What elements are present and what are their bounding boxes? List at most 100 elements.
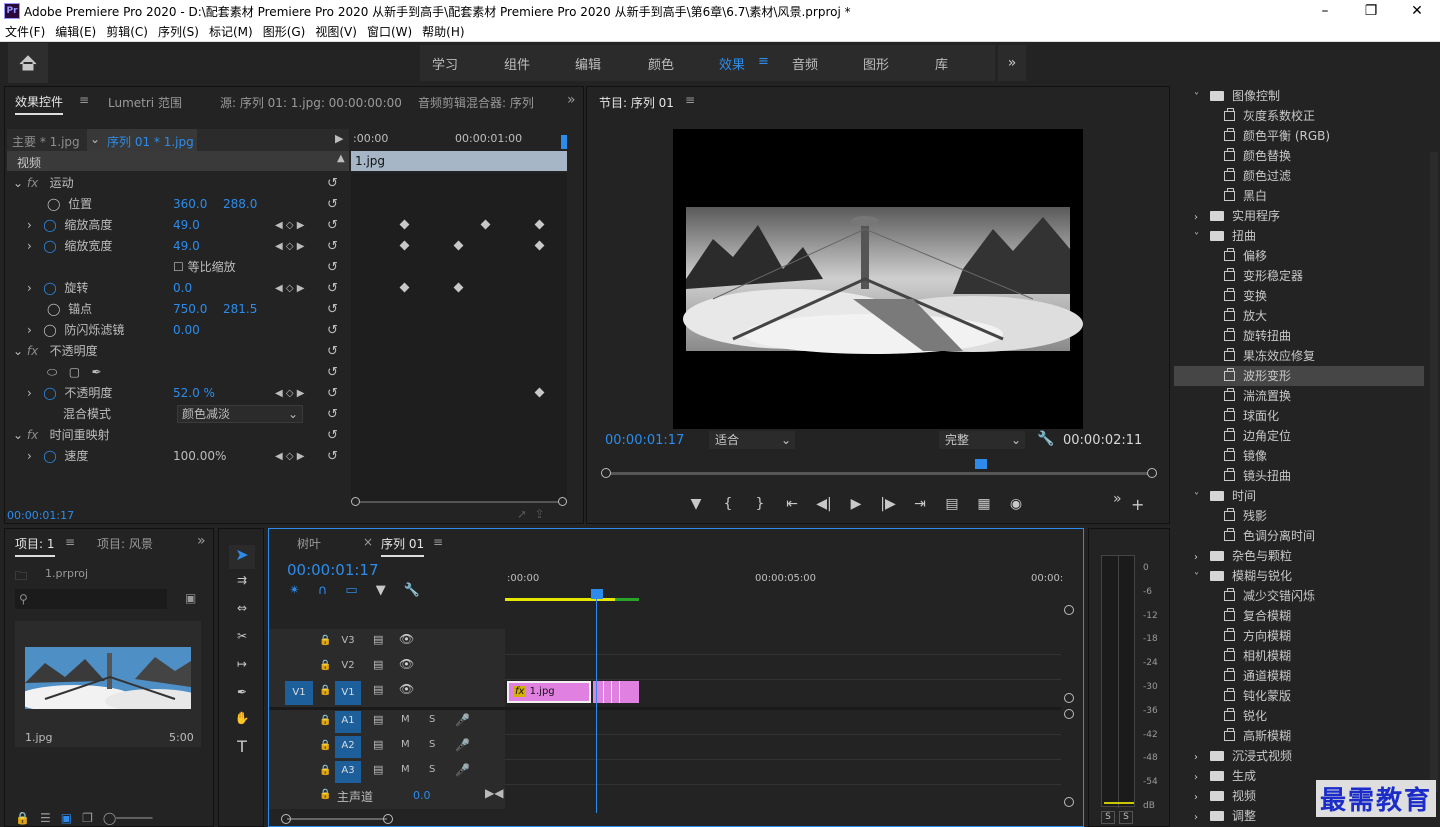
nest-icon[interactable]: ✴ bbox=[289, 583, 300, 598]
reset-icon[interactable]: ↺ bbox=[327, 404, 347, 425]
ec-export-icons[interactable]: ➚ ⇪ bbox=[517, 507, 545, 521]
razor-tool-icon[interactable]: ✂ bbox=[229, 629, 255, 643]
button-editor-icon[interactable]: + bbox=[1131, 495, 1144, 514]
effect-item[interactable]: 放大 bbox=[1174, 306, 1424, 326]
track-v2-label[interactable]: V2 bbox=[337, 656, 359, 676]
solo-right-button[interactable]: S bbox=[1119, 811, 1133, 824]
tab-program[interactable]: 节目: 序列 01 bbox=[599, 94, 674, 111]
reset-icon[interactable]: ↺ bbox=[327, 215, 347, 236]
time-remap-group[interactable]: ⌄ fx 时间重映射 bbox=[13, 425, 110, 446]
hand-tool-icon[interactable]: ✋ bbox=[229, 711, 255, 725]
effect-item[interactable]: 波形变形 bbox=[1174, 366, 1424, 386]
selection-tool-icon[interactable]: ➤ bbox=[229, 545, 255, 569]
mic-icon[interactable]: 🎤 bbox=[455, 713, 470, 727]
reset-icon[interactable]: ↺ bbox=[327, 362, 347, 383]
speed-keyframe-nav[interactable]: ◀ ◇ ▶ bbox=[275, 446, 304, 467]
ws-graphics[interactable]: 图形 bbox=[863, 54, 889, 73]
effect-item[interactable]: 黑白 bbox=[1174, 186, 1424, 206]
lock-icon[interactable]: 🔒 bbox=[319, 715, 331, 726]
find-icon[interactable]: ▣ bbox=[185, 591, 196, 605]
menu-clip[interactable]: 剪辑(C) bbox=[101, 22, 153, 42]
sequence-clip-tab[interactable]: ⌄ 序列 01 * 1.jpg bbox=[87, 129, 197, 151]
effect-item[interactable]: 变形稳定器 bbox=[1174, 266, 1424, 286]
slip-tool-icon[interactable]: ↦ bbox=[229, 657, 255, 671]
close-tab-icon[interactable]: × bbox=[363, 535, 373, 549]
expand-chevron-icon[interactable]: ˅ bbox=[1194, 228, 1210, 248]
effect-item[interactable]: 高斯模糊 bbox=[1174, 726, 1424, 746]
menu-window[interactable]: 窗口(W) bbox=[362, 22, 417, 42]
effect-item[interactable]: 湍流置换 bbox=[1174, 386, 1424, 406]
sync-icon[interactable]: ▤ bbox=[373, 633, 383, 646]
effects-scrollbar[interactable] bbox=[1430, 152, 1438, 792]
expand-chevron-icon[interactable]: ˅ bbox=[1194, 568, 1210, 588]
effect-item[interactable]: 颜色平衡 (RGB) bbox=[1174, 126, 1424, 146]
wrench-icon[interactable]: 🔧 bbox=[1037, 431, 1054, 447]
lock-icon[interactable]: 🔒 bbox=[319, 789, 331, 800]
ws-audio[interactable]: 音频 bbox=[792, 54, 818, 73]
track-v1-label[interactable]: V1 bbox=[335, 681, 361, 705]
effect-item[interactable]: 锐化 bbox=[1174, 706, 1424, 726]
collapse-chevron-icon[interactable]: › bbox=[1194, 548, 1210, 568]
sync-icon[interactable]: ▤ bbox=[373, 713, 383, 726]
go-to-out-icon[interactable]: ⇥ bbox=[907, 493, 933, 515]
keyframe[interactable] bbox=[453, 240, 464, 251]
effect-item[interactable]: 果冻效应修复 bbox=[1174, 346, 1424, 366]
timeline-clip-segment[interactable] bbox=[593, 681, 639, 703]
position-x[interactable]: 360.0 bbox=[173, 194, 207, 215]
minimize-icon[interactable]: – bbox=[1302, 0, 1348, 22]
solo-left-button[interactable]: S bbox=[1101, 811, 1115, 824]
tab-leaves[interactable]: 树叶 bbox=[297, 535, 321, 552]
reset-icon[interactable]: ↺ bbox=[327, 194, 347, 215]
timeline-hscroll[interactable] bbox=[281, 813, 1061, 825]
opacity-value[interactable]: 52.0 % bbox=[173, 383, 215, 404]
effect-folder[interactable]: › 杂色与颗粒 bbox=[1174, 546, 1424, 566]
menu-markers[interactable]: 标记(M) bbox=[204, 22, 258, 42]
reset-icon[interactable]: ↺ bbox=[327, 173, 347, 194]
effect-folder[interactable]: ˅ 扭曲 bbox=[1174, 226, 1424, 246]
effect-item[interactable]: 通道模糊 bbox=[1174, 666, 1424, 686]
track-a1-label[interactable]: A1 bbox=[335, 711, 361, 733]
add-marker-icon[interactable]: ▼ bbox=[376, 583, 386, 598]
opacity-group[interactable]: ⌄ fx 不透明度 bbox=[13, 341, 98, 362]
snap-icon[interactable]: ∩ bbox=[318, 583, 328, 598]
menu-sequence[interactable]: 序列(S) bbox=[153, 22, 204, 42]
mark-out-icon[interactable]: } bbox=[747, 493, 773, 515]
quality-select[interactable]: 完整 ⌄ bbox=[939, 431, 1025, 449]
collapse-chevron-icon[interactable]: › bbox=[1194, 788, 1210, 808]
tab-sequence-01[interactable]: 序列 01 bbox=[381, 535, 425, 557]
project-menu-icon[interactable]: ≡ bbox=[65, 535, 75, 549]
keyframe[interactable] bbox=[453, 282, 464, 293]
effect-folder[interactable]: ˅ 图像控制 bbox=[1174, 86, 1424, 106]
keyframe[interactable] bbox=[534, 240, 545, 251]
zoom-slider[interactable]: ◯───── bbox=[103, 811, 153, 825]
lift-icon[interactable]: ▤ bbox=[939, 493, 965, 515]
eye-icon[interactable]: 👁 bbox=[399, 682, 414, 696]
effect-item[interactable]: 钝化蒙版 bbox=[1174, 686, 1424, 706]
tab-lumetri-scopes[interactable]: Lumetri 范围 bbox=[108, 94, 182, 111]
reset-icon[interactable]: ↺ bbox=[327, 320, 347, 341]
lock-icon[interactable]: 🔒 bbox=[319, 685, 331, 696]
effect-folder[interactable]: ˅ 模糊与锐化 bbox=[1174, 566, 1424, 586]
reset-icon[interactable]: ↺ bbox=[327, 446, 347, 467]
menu-file[interactable]: 文件(F) bbox=[0, 22, 50, 42]
ws-effects[interactable]: 效果 bbox=[719, 54, 745, 73]
effect-item[interactable]: 球面化 bbox=[1174, 406, 1424, 426]
eye-icon[interactable]: 👁 bbox=[399, 632, 414, 646]
program-scrubber[interactable] bbox=[601, 459, 1157, 483]
rotation-value[interactable]: 0.0 bbox=[173, 278, 192, 299]
flicker-value[interactable]: 0.00 bbox=[173, 320, 200, 341]
effect-item[interactable]: 减少交错闪烁 bbox=[1174, 586, 1424, 606]
effect-item[interactable]: 相机模糊 bbox=[1174, 646, 1424, 666]
tab-project-1[interactable]: 项目: 1 bbox=[15, 535, 55, 557]
export-frame-icon[interactable]: ◉ bbox=[1003, 493, 1029, 515]
track-a3-label[interactable]: A3 bbox=[335, 761, 361, 783]
sync-icon[interactable]: ▤ bbox=[373, 658, 383, 671]
list-view-icon[interactable]: ☰ bbox=[40, 811, 51, 825]
lock-icon[interactable]: 🔒 bbox=[319, 765, 331, 776]
more-tabs-icon[interactable]: » bbox=[567, 92, 576, 108]
rotation-keyframe-nav[interactable]: ◀ ◇ ▶ bbox=[275, 278, 304, 299]
timeline-timecode[interactable]: 00:00:01:17 bbox=[287, 561, 379, 579]
lock-icon[interactable]: 🔒 bbox=[319, 740, 331, 751]
opacity-keyframe-nav[interactable]: ◀ ◇ ▶ bbox=[275, 383, 304, 404]
effect-item[interactable]: 颜色替换 bbox=[1174, 146, 1424, 166]
